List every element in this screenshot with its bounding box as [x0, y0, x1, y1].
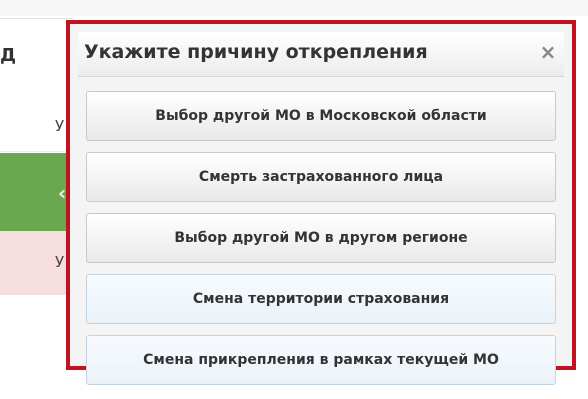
close-icon[interactable]: ×	[536, 40, 560, 64]
dialog-header: Укажите причину открепления ×	[78, 32, 564, 77]
dialog-title: Укажите причину открепления	[84, 41, 428, 63]
reason-button-change-attachment-current-mo[interactable]: Смена прикрепления в рамках текущей МО	[86, 335, 556, 385]
chevron-left-icon: ‹	[58, 181, 67, 205]
table-row-selected[interactable]: ‹	[0, 153, 74, 231]
reason-button-change-insurance-territory[interactable]: Смена территории страхования	[86, 274, 556, 324]
reason-button-list: Выбор другой МО в Московской области Сме…	[86, 91, 556, 396]
table-row	[0, 295, 74, 355]
page-top-strip	[0, 0, 588, 16]
table-row[interactable]: У	[0, 231, 74, 295]
reason-button-other-mo-other-region[interactable]: Выбор другой МО в другом регионе	[86, 213, 556, 263]
column-header-label: Д	[0, 45, 17, 66]
reason-button-death-of-insured[interactable]: Смерть застрахованного лица	[86, 152, 556, 202]
reason-button-other-mo-moscow-region[interactable]: Выбор другой МО в Московской области	[86, 91, 556, 141]
row-cell-text: У	[55, 117, 65, 135]
table-row[interactable]: У	[0, 95, 74, 152]
table-header: Д	[0, 18, 74, 96]
detach-reason-dialog: Укажите причину открепления × Выбор друг…	[66, 20, 576, 385]
row-cell-text: У	[55, 253, 65, 271]
